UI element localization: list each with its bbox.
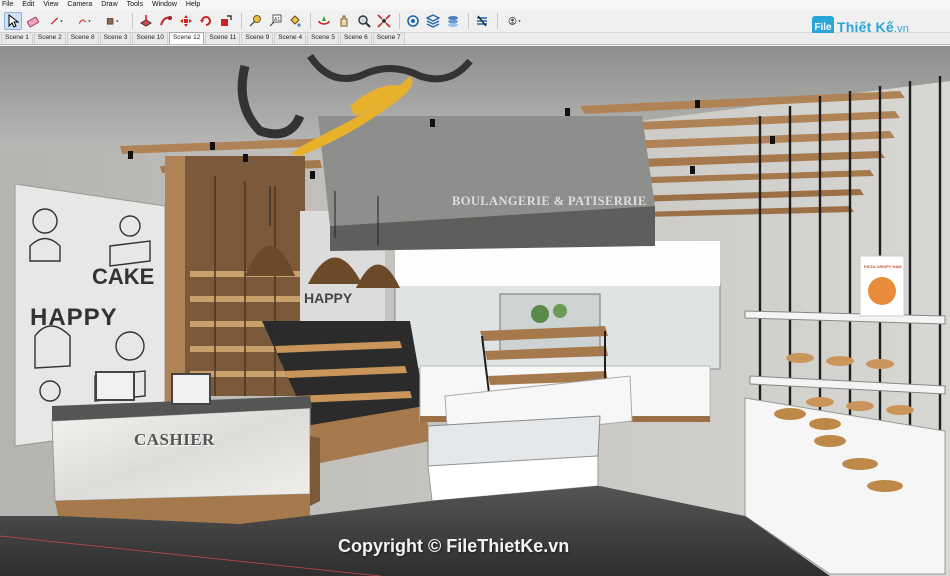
tab-scene-10[interactable]: Scene 10 [132,32,168,44]
model-viewport[interactable]: BOULANGERIE & PATISERRIE CASHIER CAKE HA… [0,46,950,576]
zoom-extents-tool-icon[interactable] [375,12,393,30]
rectangle-tool-icon[interactable] [100,12,126,30]
menu-draw[interactable]: Draw [101,0,117,10]
tape-measure-tool-icon[interactable] [246,12,264,30]
select-tool-icon[interactable] [4,12,22,30]
toolbar-separator [497,13,498,29]
eraser-tool-icon[interactable] [24,12,42,30]
toolbar-separator [310,13,311,29]
extension-warehouse-icon[interactable] [424,12,442,30]
rotate-tool-icon[interactable] [197,12,215,30]
tab-scene-6[interactable]: Scene 6 [339,32,372,44]
account-icon[interactable] [502,12,528,30]
zoom-tool-icon[interactable] [355,12,373,30]
styles-icon[interactable] [473,12,491,30]
menu-bar: File Edit View Camera Draw Tools Window … [0,0,950,10]
pizza-poster-image [868,277,896,305]
tab-scene-12[interactable]: Scene 12 [168,32,205,44]
toolbar-separator [468,13,469,29]
tab-scene-5[interactable]: Scene 5 [307,32,339,44]
menu-view[interactable]: View [43,0,58,10]
toolbar-separator [241,13,242,29]
bakery-3d-scene [0,46,950,576]
tab-scene-8[interactable]: Scene 8 [66,32,99,44]
follow-me-tool-icon[interactable] [157,12,175,30]
text-tool-icon[interactable]: A1 [266,12,284,30]
scene-tabs: Scene 1 Scene 2 Scene 8 Scene 3 Scene 10… [0,32,950,45]
paint-bucket-tool-icon[interactable] [286,12,304,30]
cashier-counter [51,407,311,502]
toolbar-separator [399,13,400,29]
pos-monitor-2 [171,373,211,405]
main-toolbar: A1 [0,10,950,33]
warehouse-icon[interactable] [404,12,422,30]
pos-monitor-1 [95,371,135,401]
layers-icon[interactable] [444,12,462,30]
back-fridge [499,293,601,355]
menu-camera[interactable]: Camera [67,0,92,10]
menu-window[interactable]: Window [152,0,177,10]
cashier-side [310,436,320,506]
tab-scene-9[interactable]: Scene 9 [241,32,274,44]
menu-file[interactable]: File [2,0,13,10]
menu-tools[interactable]: Tools [127,0,143,10]
menu-help[interactable]: Help [186,0,200,10]
pan-tool-icon[interactable] [335,12,353,30]
move-tool-icon[interactable] [177,12,195,30]
svg-text:A1: A1 [274,17,280,23]
tab-scene-2[interactable]: Scene 2 [33,32,66,44]
tab-scene-11[interactable]: Scene 11 [205,32,241,44]
tab-scene-1[interactable]: Scene 1 [1,32,33,44]
tab-scene-3[interactable]: Scene 3 [99,32,132,44]
tab-scene-4[interactable]: Scene 4 [274,32,307,44]
menu-edit[interactable]: Edit [22,0,34,10]
toolbar-separator [132,13,133,29]
scale-tool-icon[interactable] [217,12,235,30]
tab-scene-7[interactable]: Scene 7 [372,32,405,44]
orbit-tool-icon[interactable] [315,12,333,30]
arc-tool-icon[interactable] [72,12,98,30]
line-tool-icon[interactable] [44,12,70,30]
push-pull-tool-icon[interactable] [137,12,155,30]
